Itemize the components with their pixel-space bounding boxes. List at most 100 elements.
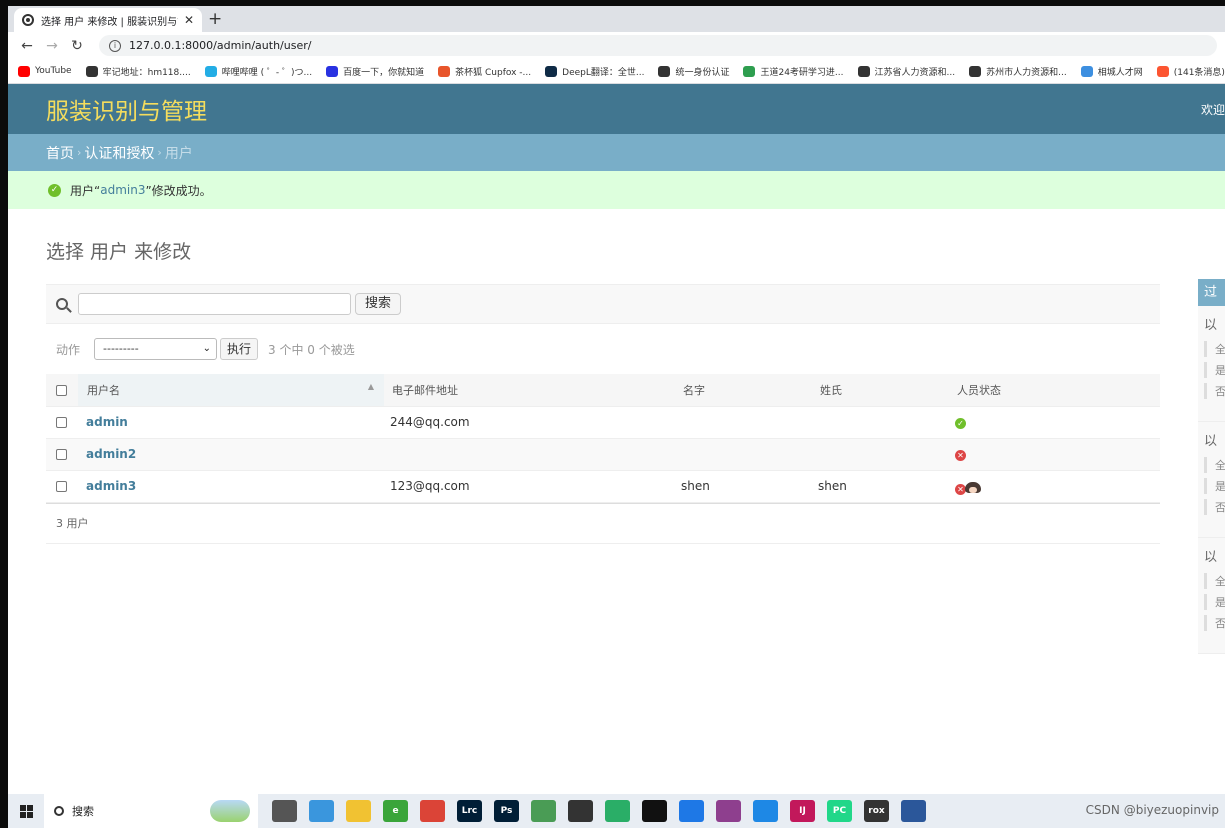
action-select-value: ---------: [103, 342, 139, 355]
intellij-icon[interactable]: IJ: [790, 800, 815, 822]
tab-title: 选择 用户 来修改 | 服装识别与管: [41, 16, 178, 28]
site-info-icon[interactable]: i: [109, 39, 121, 52]
email-cell: 123@qq.com: [384, 470, 675, 503]
row-checkbox[interactable]: [56, 481, 67, 492]
bookmark-item[interactable]: 王道24考研学习进...: [743, 65, 844, 78]
taskbar-apps: e Lrc Ps IJ PC rox: [266, 800, 932, 822]
start-button[interactable]: [8, 804, 44, 818]
browser-tab[interactable]: 选择 用户 来修改 | 服装识别与管 ✕: [14, 8, 202, 32]
search-toolbar: 搜索: [46, 284, 1160, 324]
row-checkbox[interactable]: [56, 417, 67, 428]
file-explorer-icon[interactable]: [346, 800, 371, 822]
search-input[interactable]: [78, 293, 351, 315]
qq-icon[interactable]: [642, 800, 667, 822]
filter-option[interactable]: 全: [1204, 457, 1225, 473]
filter-group: 以 全 是 否: [1198, 422, 1225, 538]
pycharm-icon[interactable]: PC: [827, 800, 852, 822]
chrome-icon[interactable]: [420, 800, 445, 822]
reload-icon[interactable]: ↻: [66, 38, 88, 54]
column-last-name[interactable]: 姓氏: [812, 374, 949, 407]
action-select[interactable]: --------- ⌄: [94, 338, 218, 360]
admin-page: 服装识别与管理 欢迎 首页 › 认证和授权 › 用户 ✓ 用户“ admin3 ”修…: [8, 84, 1225, 794]
bookmark-item[interactable]: 统一身份认证: [658, 65, 729, 78]
wechat-icon[interactable]: [605, 800, 630, 822]
filter-group-title: 以: [1204, 318, 1218, 333]
screen: 选择 用户 来修改 | 服装识别与管 ✕ + ← → ↻ i 127.0.0.1…: [8, 6, 1225, 828]
breadcrumb-app[interactable]: 认证和授权: [84, 143, 154, 163]
bookmark-item[interactable]: 哔哩哔哩 ( ゜- ゜)つ...: [204, 65, 313, 78]
bookmark-favicon-icon: [857, 65, 870, 77]
edge-icon[interactable]: [309, 800, 334, 822]
filter-title: 过: [1198, 279, 1225, 306]
bookmark-label: 江苏省人力资源和...: [874, 67, 956, 78]
bookmark-label: 牢记地址：hm118....: [102, 67, 191, 78]
bookmark-item[interactable]: 百度一下，你就知道: [326, 65, 424, 78]
bookmark-item[interactable]: 江苏省人力资源和...: [857, 65, 956, 78]
close-tab-icon[interactable]: ✕: [184, 13, 194, 27]
filter-option[interactable]: 否: [1204, 499, 1225, 515]
table-row: admin2 ✕: [46, 438, 1160, 471]
username-link[interactable]: admin: [86, 415, 128, 429]
ie-icon[interactable]: e: [383, 800, 408, 822]
rox-icon[interactable]: rox: [864, 800, 889, 822]
app-icon[interactable]: [568, 800, 593, 822]
filter-option[interactable]: 否: [1204, 383, 1225, 399]
bookmark-item[interactable]: YouTube: [18, 65, 72, 77]
last-name-cell: shen: [812, 470, 949, 503]
bookmark-label: 统一身份认证: [675, 67, 730, 78]
column-first-name[interactable]: 名字: [675, 374, 812, 407]
bookmark-label: 哔哩哔哩 ( ゜- ゜)つ...: [221, 67, 313, 78]
forward-arrow-icon[interactable]: →: [41, 38, 63, 54]
last-name-cell: [812, 438, 949, 471]
taskbar: 搜索 e Lrc Ps IJ PC rox CSDN @biyezuopinvip: [8, 794, 1225, 828]
taskbar-search[interactable]: 搜索: [44, 794, 258, 828]
breadcrumb-home[interactable]: 首页: [46, 143, 74, 163]
bookmark-item[interactable]: 相城人才网: [1080, 65, 1143, 78]
filter-option[interactable]: 全: [1204, 341, 1225, 357]
run-action-button[interactable]: 执行: [220, 338, 259, 360]
vscode-icon[interactable]: [753, 800, 778, 822]
column-username[interactable]: 用户名 ▲: [78, 374, 384, 407]
site-branding[interactable]: 服装识别与管理: [46, 92, 207, 126]
first-name-cell: shen: [675, 470, 812, 503]
success-message: ✓ 用户“ admin3 ”修改成功。: [8, 171, 1225, 209]
task-view-icon[interactable]: [272, 800, 297, 822]
bookmark-item[interactable]: (141条消息) 基于: [1156, 65, 1225, 78]
search-highlight-icon: [210, 800, 250, 822]
filter-option[interactable]: 是: [1204, 478, 1225, 494]
filter-option[interactable]: 否: [1204, 615, 1225, 631]
filter-option[interactable]: 是: [1204, 362, 1225, 378]
filter-option[interactable]: 是: [1204, 594, 1225, 610]
maps-icon[interactable]: [531, 800, 556, 822]
photoshop-icon[interactable]: Ps: [494, 800, 519, 822]
search-button[interactable]: 搜索: [355, 293, 402, 315]
bookmark-item[interactable]: 苏州市人力资源和...: [969, 65, 1067, 78]
address-bar[interactable]: i 127.0.0.1:8000/admin/auth/user/: [99, 35, 1217, 56]
column-email[interactable]: 电子邮件地址: [384, 374, 675, 407]
word-icon[interactable]: [901, 800, 926, 822]
winrar-icon[interactable]: [716, 800, 741, 822]
username-link[interactable]: admin2: [86, 447, 136, 461]
bookmark-label: DeepL翻译：全世...: [562, 67, 645, 78]
bookmark-item[interactable]: DeepL翻译：全世...: [545, 65, 644, 78]
username-link[interactable]: admin3: [86, 479, 136, 493]
username-cell: admin2: [78, 438, 384, 471]
column-staff-status[interactable]: 人员状态: [949, 374, 1160, 407]
changelist-filter: 过 以 全 是 否 以 全 是 否 以 全 是 否: [1198, 279, 1225, 654]
filter-option[interactable]: 全: [1204, 573, 1225, 589]
new-tab-button[interactable]: +: [208, 9, 222, 29]
row-checkbox[interactable]: [56, 449, 67, 460]
select-all-checkbox[interactable]: [56, 384, 67, 396]
message-user-link[interactable]: admin3: [100, 183, 145, 197]
staff-status-cell: ✕: [949, 470, 1160, 503]
bookmark-label: YouTube: [35, 66, 72, 76]
back-arrow-icon[interactable]: ←: [16, 38, 38, 54]
bookmark-item[interactable]: 牢记地址：hm118....: [85, 65, 191, 78]
bookmark-item[interactable]: 茶杯狐 Cupfox -...: [438, 65, 531, 78]
lark-icon[interactable]: [679, 800, 704, 822]
search-icon: [56, 298, 68, 310]
bookmark-favicon-icon: [204, 65, 217, 77]
site-favicon-icon: [22, 14, 34, 26]
sort-asc-icon[interactable]: ▲: [368, 382, 374, 391]
lightroom-icon[interactable]: Lrc: [457, 800, 482, 822]
